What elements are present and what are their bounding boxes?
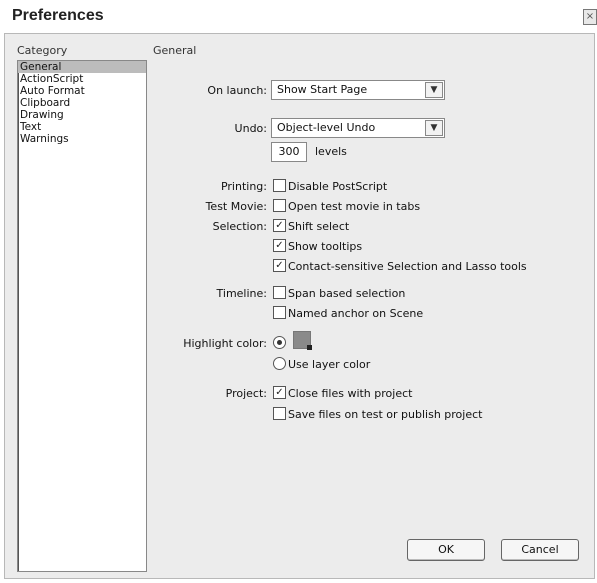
disable-postscript-checkbox[interactable] bbox=[273, 179, 286, 192]
undo-value: Object-level Undo bbox=[277, 121, 376, 134]
test-movie-label: Test Movie: bbox=[205, 200, 267, 213]
swatch-radio[interactable] bbox=[273, 336, 286, 349]
on-launch-value: Show Start Page bbox=[277, 83, 368, 96]
use-layer-color-radio[interactable] bbox=[273, 357, 286, 370]
save-files-label: Save files on test or publish project bbox=[288, 408, 483, 421]
save-files-checkbox[interactable] bbox=[273, 407, 286, 420]
dialog-title: Preferences bbox=[12, 7, 104, 24]
open-test-movie-checkbox[interactable] bbox=[273, 199, 286, 212]
category-item-clipboard[interactable]: Clipboard bbox=[18, 97, 146, 109]
levels-label: levels bbox=[315, 145, 347, 158]
undo-select[interactable]: Object-level Undo ▼ bbox=[271, 118, 445, 138]
category-item-text[interactable]: Text bbox=[18, 121, 146, 133]
disable-postscript-label: Disable PostScript bbox=[288, 180, 388, 193]
chevron-down-icon: ▼ bbox=[425, 82, 443, 98]
cancel-button[interactable]: Cancel bbox=[501, 539, 579, 561]
chevron-down-icon: ▼ bbox=[425, 120, 443, 136]
undo-label: Undo: bbox=[234, 122, 267, 135]
dialog-body: Category General General ActionScript Au… bbox=[4, 33, 595, 579]
show-tooltips-label: Show tooltips bbox=[288, 240, 363, 253]
close-files-label: Close files with project bbox=[288, 387, 413, 400]
use-layer-color-label: Use layer color bbox=[288, 358, 371, 371]
contact-sensitive-label: Contact-sensitive Selection and Lasso to… bbox=[288, 260, 527, 273]
category-item-actionscript[interactable]: ActionScript bbox=[18, 73, 146, 85]
undo-levels-input[interactable]: 300 bbox=[271, 142, 307, 162]
color-swatch-icon[interactable] bbox=[293, 331, 312, 350]
section-header: General bbox=[153, 44, 197, 57]
shift-select-label: Shift select bbox=[288, 220, 350, 233]
selection-label: Selection: bbox=[212, 220, 267, 233]
title-bar: Preferences × bbox=[0, 0, 597, 33]
preferences-dialog: Preferences × Category General General A… bbox=[0, 0, 597, 583]
category-item-general[interactable]: General bbox=[18, 61, 146, 73]
highlight-color-label: Highlight color: bbox=[183, 337, 267, 350]
span-based-label: Span based selection bbox=[288, 287, 406, 300]
printing-label: Printing: bbox=[220, 180, 267, 193]
close-files-checkbox[interactable]: ✓ bbox=[273, 386, 286, 399]
project-label: Project: bbox=[225, 387, 267, 400]
open-test-movie-label: Open test movie in tabs bbox=[288, 200, 421, 213]
category-item-warnings[interactable]: Warnings bbox=[18, 133, 146, 145]
span-based-checkbox[interactable] bbox=[273, 286, 286, 299]
contact-sensitive-checkbox[interactable]: ✓ bbox=[273, 259, 286, 272]
on-launch-select[interactable]: Show Start Page ▼ bbox=[271, 80, 445, 100]
category-header: Category bbox=[17, 44, 68, 57]
category-list: General ActionScript Auto Format Clipboa… bbox=[17, 60, 147, 572]
category-item-auto-format[interactable]: Auto Format bbox=[18, 85, 146, 97]
timeline-label: Timeline: bbox=[216, 287, 267, 300]
ok-button[interactable]: OK bbox=[407, 539, 485, 561]
show-tooltips-checkbox[interactable]: ✓ bbox=[273, 239, 286, 252]
category-item-drawing[interactable]: Drawing bbox=[18, 109, 146, 121]
named-anchor-checkbox[interactable] bbox=[273, 306, 286, 319]
named-anchor-label: Named anchor on Scene bbox=[288, 307, 424, 320]
close-icon[interactable]: × bbox=[583, 9, 597, 25]
shift-select-checkbox[interactable]: ✓ bbox=[273, 219, 286, 232]
on-launch-label: On launch: bbox=[207, 84, 267, 97]
